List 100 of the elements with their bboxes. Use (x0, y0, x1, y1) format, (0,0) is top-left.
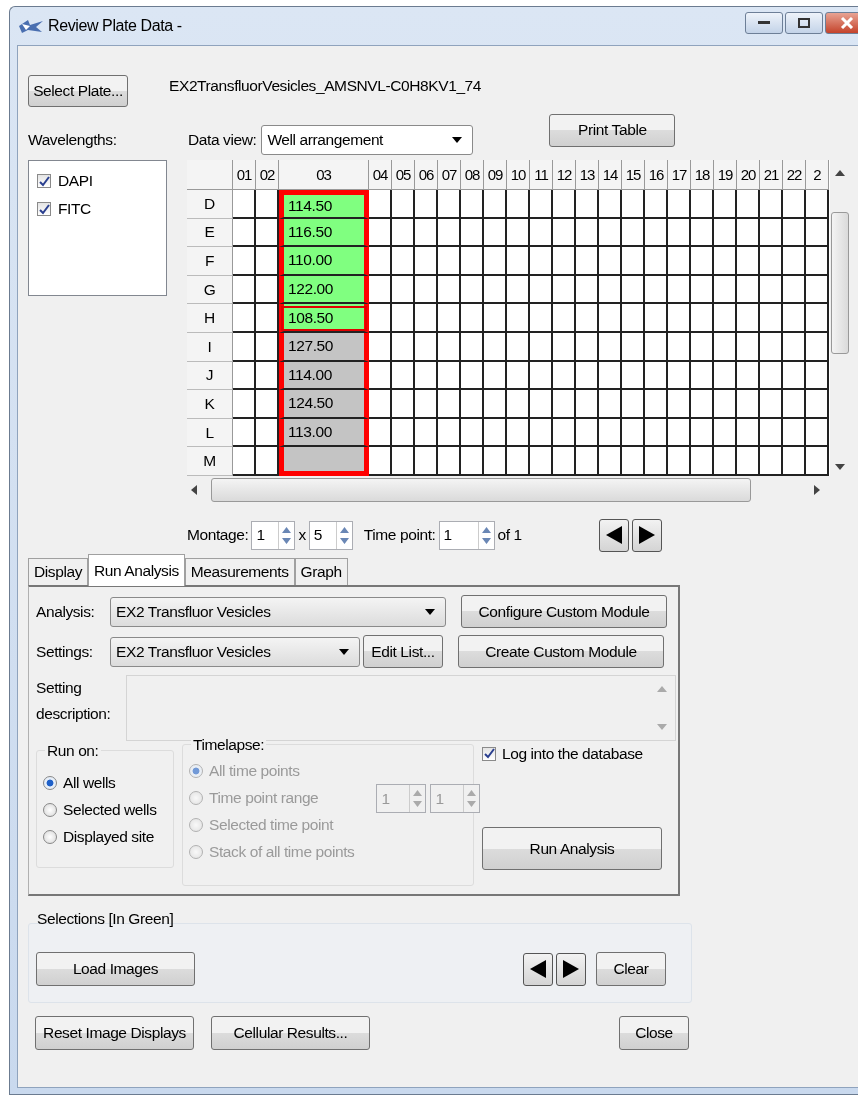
well-cell[interactable] (783, 247, 806, 276)
column-header[interactable]: 04 (369, 160, 392, 190)
well-cell[interactable] (599, 447, 622, 476)
well-cell[interactable] (256, 304, 279, 333)
well-cell[interactable] (760, 447, 783, 476)
next-button[interactable] (631, 518, 662, 552)
well-cell[interactable] (484, 190, 507, 219)
well-cell[interactable] (256, 218, 279, 248)
well-cell[interactable] (256, 390, 279, 419)
well-cell[interactable] (507, 190, 530, 219)
well-cell[interactable] (645, 190, 668, 219)
well-cell[interactable] (599, 304, 622, 333)
row-header[interactable]: D (187, 190, 233, 219)
well-cell[interactable] (645, 247, 668, 276)
well-cell[interactable] (438, 218, 461, 248)
well-cell[interactable] (233, 275, 256, 305)
minimize-button[interactable] (745, 12, 783, 34)
well-cell[interactable] (760, 304, 783, 333)
well-cell[interactable] (622, 390, 645, 419)
well-cell[interactable] (622, 275, 645, 305)
well-cell[interactable] (461, 418, 484, 448)
well-cell[interactable] (622, 332, 645, 362)
well-cell[interactable] (507, 247, 530, 276)
well-cell[interactable] (256, 447, 279, 476)
well-cell[interactable] (392, 418, 415, 448)
well-cell[interactable] (438, 190, 461, 219)
well-cell[interactable] (760, 332, 783, 362)
well-cell[interactable] (576, 390, 599, 419)
well-cell[interactable] (806, 247, 829, 276)
well-cell[interactable] (438, 361, 461, 391)
well-cell[interactable] (415, 304, 438, 333)
well-cell[interactable]: 110.00 (279, 247, 369, 276)
tab[interactable]: Run Analysis (88, 554, 185, 586)
well-cell[interactable] (576, 304, 599, 333)
well-cell[interactable] (760, 190, 783, 219)
well-cell[interactable] (806, 447, 829, 476)
well-cell[interactable] (599, 361, 622, 391)
well-cell[interactable] (599, 418, 622, 448)
tab[interactable]: Display (28, 558, 89, 585)
well-cell[interactable]: 114.00 (279, 361, 369, 391)
well-cell[interactable] (806, 418, 829, 448)
well-cell[interactable] (461, 361, 484, 391)
well-cell[interactable] (783, 361, 806, 391)
well-cell[interactable] (369, 275, 392, 305)
well-cell[interactable] (461, 304, 484, 333)
well-cell[interactable] (622, 218, 645, 248)
column-header[interactable]: 2 (806, 160, 829, 190)
well-cell[interactable] (806, 190, 829, 219)
well-cell[interactable] (484, 304, 507, 333)
well-cell[interactable] (576, 247, 599, 276)
column-header[interactable]: 03 (279, 160, 369, 190)
well-cell[interactable] (484, 447, 507, 476)
well-cell[interactable] (484, 247, 507, 276)
print-table-button[interactable]: Print Table (549, 113, 676, 147)
configure-custom-module-button[interactable]: Configure Custom Module (461, 595, 667, 628)
well-cell[interactable] (438, 304, 461, 333)
well-cell[interactable] (599, 332, 622, 362)
montage-rows-spinner[interactable]: 1 (251, 520, 296, 550)
well-cell[interactable] (233, 190, 256, 219)
well-cell[interactable] (806, 218, 829, 248)
well-cell[interactable] (553, 390, 576, 419)
well-cell[interactable] (530, 361, 553, 391)
well-cell[interactable] (760, 361, 783, 391)
well-cell[interactable] (714, 361, 737, 391)
well-cell[interactable] (507, 390, 530, 419)
well-cell[interactable] (783, 332, 806, 362)
well-cell[interactable] (576, 218, 599, 248)
well-cell[interactable] (737, 361, 760, 391)
radio-button[interactable] (43, 775, 57, 790)
well-cell[interactable] (256, 247, 279, 276)
close-button[interactable]: Close (619, 1016, 689, 1050)
radio-button[interactable] (43, 829, 57, 844)
well-cell[interactable] (668, 275, 691, 305)
well-cell[interactable] (415, 332, 438, 362)
well-cell[interactable] (484, 390, 507, 419)
well-cell[interactable] (668, 190, 691, 219)
well-cell[interactable] (645, 390, 668, 419)
well-cell[interactable] (369, 418, 392, 448)
well-cell[interactable] (507, 275, 530, 305)
well-cell[interactable] (576, 361, 599, 391)
well-cell[interactable] (507, 332, 530, 362)
well-cell[interactable] (438, 275, 461, 305)
well-cell[interactable] (392, 447, 415, 476)
column-header[interactable]: 02 (256, 160, 279, 190)
well-cell[interactable] (806, 304, 829, 333)
well-cell[interactable] (691, 390, 714, 419)
well-cell[interactable] (392, 218, 415, 248)
well-cell[interactable] (530, 190, 553, 219)
well-cell[interactable] (461, 275, 484, 305)
well-cell[interactable] (714, 332, 737, 362)
well-cell[interactable] (438, 447, 461, 476)
column-header[interactable]: 20 (737, 160, 760, 190)
well-cell[interactable] (369, 361, 392, 391)
well-cell[interactable] (438, 418, 461, 448)
well-cell[interactable] (553, 361, 576, 391)
well-cell[interactable]: 124.50 (279, 390, 369, 419)
well-cell[interactable] (279, 447, 369, 476)
edit-list-button[interactable]: Edit List... (363, 635, 443, 668)
time-point-spinner[interactable]: 1 (438, 520, 495, 550)
well-cell[interactable] (369, 218, 392, 248)
